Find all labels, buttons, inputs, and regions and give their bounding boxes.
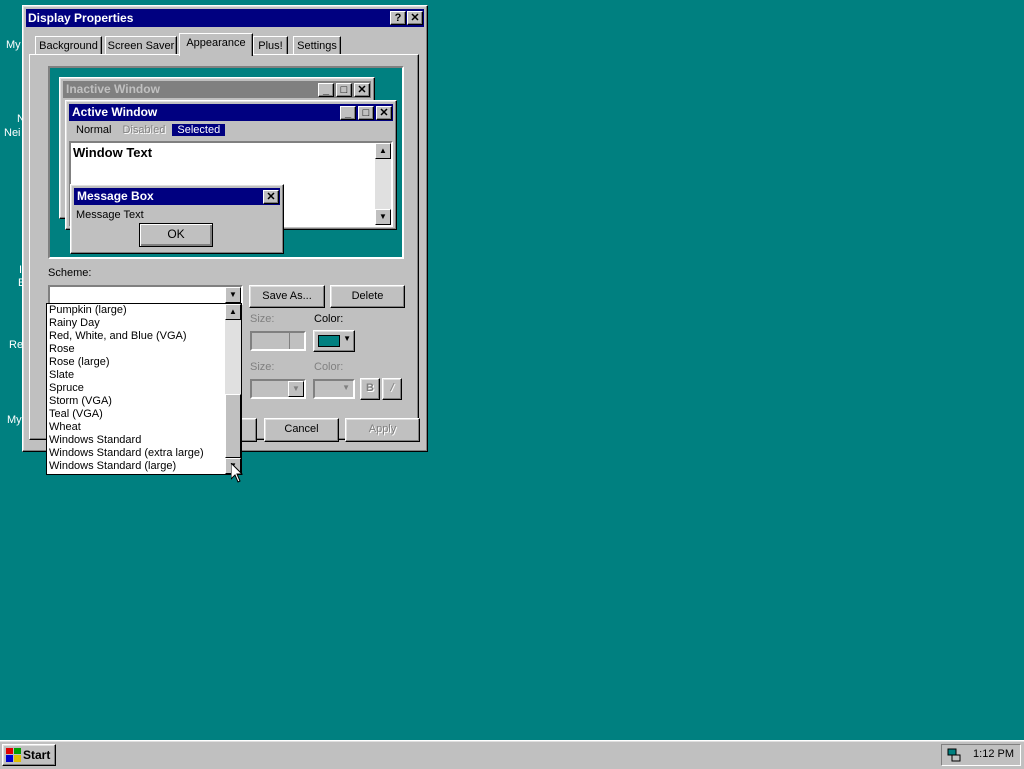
scroll-down-icon: ▼: [375, 209, 391, 225]
item-size-field: [250, 331, 306, 351]
scheme-option[interactable]: Rose (large): [47, 356, 241, 369]
close-icon: ✕: [354, 83, 370, 97]
item-size-label: Size:: [250, 313, 275, 325]
chevron-down-icon: ▼: [343, 334, 351, 343]
font-size-select: ▼: [250, 379, 306, 399]
mouse-cursor-icon: [231, 463, 243, 483]
tab-settings[interactable]: Settings: [293, 36, 341, 55]
tab-plus[interactable]: Plus!: [253, 36, 288, 55]
menu-normal[interactable]: Normal: [72, 124, 115, 136]
system-tray: 1:12 PM: [941, 744, 1021, 766]
start-label: Start: [23, 748, 51, 762]
dialog-title: Display Properties: [28, 11, 134, 25]
scheme-select[interactable]: ▼: [48, 285, 243, 305]
scheme-option[interactable]: Windows Standard (large): [47, 460, 241, 473]
menu-disabled[interactable]: Disabled: [119, 124, 170, 136]
item-color-button[interactable]: ▼: [313, 330, 355, 352]
network-icon[interactable]: [946, 747, 962, 763]
scheme-option[interactable]: Windows Standard (extra large): [47, 447, 241, 460]
scheme-options: Pumpkin (large) Rainy Day Red, White, an…: [47, 304, 241, 473]
scheme-option[interactable]: Windows Standard: [47, 434, 241, 447]
font-color-label: Color:: [314, 361, 344, 373]
tab-background[interactable]: Background: [35, 36, 102, 55]
message-box-title: Message Box: [74, 188, 280, 205]
scheme-label: Scheme:: [48, 267, 92, 279]
save-as-button[interactable]: Save As...: [249, 285, 325, 308]
desktop-icon-label-recycle-bin[interactable]: Re: [9, 339, 23, 351]
windows-logo-icon: [6, 748, 21, 762]
scheme-option[interactable]: Spruce: [47, 382, 241, 395]
dropdown-scrollbar[interactable]: ▲ ▼: [225, 304, 241, 474]
start-button[interactable]: Start: [2, 744, 56, 766]
scheme-option[interactable]: Teal (VGA): [47, 408, 241, 421]
italic-button[interactable]: /: [382, 378, 402, 400]
item-color-label: Color:: [314, 313, 344, 325]
scheme-option[interactable]: Slate: [47, 369, 241, 382]
maximize-icon: □: [358, 106, 374, 120]
scroll-up-icon: ▲: [375, 143, 391, 159]
apply-button[interactable]: Apply: [345, 418, 420, 442]
scheme-option[interactable]: Rose: [47, 343, 241, 356]
message-text: Message Text: [76, 209, 144, 221]
desktop-icon-label-my-briefcase[interactable]: My: [7, 414, 22, 426]
cancel-button[interactable]: Cancel: [264, 418, 339, 442]
scheme-option[interactable]: Rainy Day: [47, 317, 241, 330]
close-icon: ✕: [376, 106, 392, 120]
window-text: Window Text: [73, 145, 153, 160]
scheme-dropdown-list[interactable]: Pumpkin (large) Rainy Day Red, White, an…: [46, 303, 242, 475]
maximize-icon: □: [336, 83, 352, 97]
preview-menu-bar: Normal Disabled Selected: [72, 123, 226, 137]
scheme-option[interactable]: Storm (VGA): [47, 395, 241, 408]
clock[interactable]: 1:12 PM: [973, 748, 1014, 760]
chevron-down-icon: ▼: [288, 381, 304, 397]
ok-button[interactable]: OK: [139, 223, 213, 247]
desktop-icon-label-network-2[interactable]: Nei: [4, 127, 21, 139]
desktop-icon-label-my-computer[interactable]: My: [6, 39, 21, 51]
appearance-preview[interactable]: Inactive Window _ □ ✕ Active Window _ □ …: [48, 66, 404, 259]
font-color-button: ▼: [313, 379, 355, 399]
dialog-titlebar[interactable]: Display Properties ? ✕: [26, 9, 424, 27]
font-size-label: Size:: [250, 361, 275, 373]
close-icon: ✕: [263, 190, 279, 204]
bold-button[interactable]: B: [360, 378, 380, 400]
tab-screen-saver[interactable]: Screen Saver: [105, 36, 177, 55]
chevron-down-icon: ▼: [342, 383, 350, 392]
minimize-icon: _: [318, 83, 334, 97]
delete-button[interactable]: Delete: [330, 285, 405, 308]
preview-scrollbar[interactable]: ▲ ▼: [375, 143, 391, 225]
menu-selected[interactable]: Selected: [172, 124, 226, 136]
spinner-icon: [289, 333, 304, 349]
scheme-option[interactable]: Wheat: [47, 421, 241, 434]
help-button[interactable]: ?: [390, 11, 406, 25]
scroll-thumb[interactable]: [225, 394, 241, 458]
scheme-option[interactable]: Red, White, and Blue (VGA): [47, 330, 241, 343]
tab-appearance[interactable]: Appearance: [179, 33, 253, 56]
color-swatch: [318, 335, 340, 347]
close-button[interactable]: ✕: [407, 11, 423, 25]
chevron-down-icon[interactable]: ▼: [225, 287, 241, 303]
scheme-option[interactable]: Pumpkin (large): [47, 304, 241, 317]
minimize-icon: _: [340, 106, 356, 120]
message-box-preview[interactable]: Message Box ✕ Message Text OK: [70, 184, 284, 254]
scroll-up-icon[interactable]: ▲: [225, 304, 241, 320]
taskbar: Start 1:12 PM: [0, 740, 1024, 769]
